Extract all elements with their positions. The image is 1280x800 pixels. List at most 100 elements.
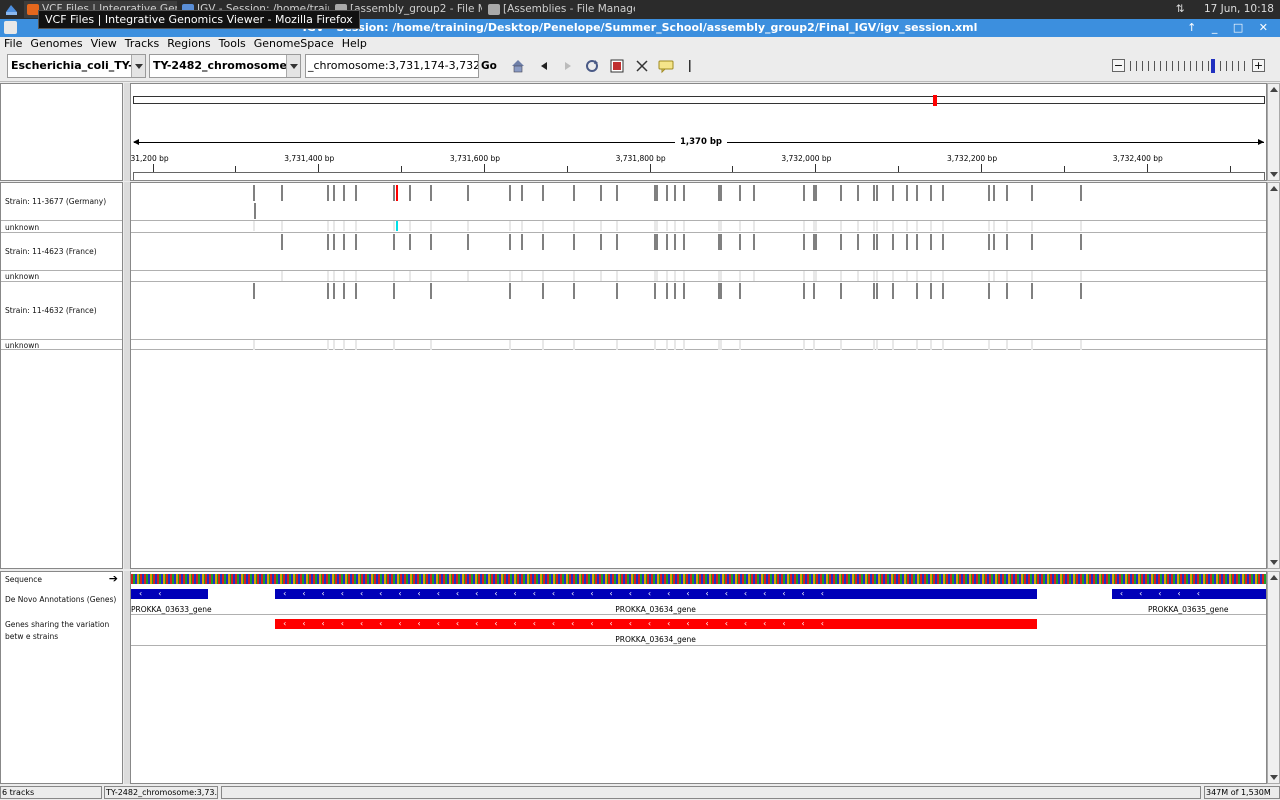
genotype-mark	[354, 340, 357, 350]
taskbar-task-file-manager-2[interactable]: [Assemblies - File Manager]	[485, 1, 635, 18]
ruler-minor-tick	[566, 166, 568, 172]
window-controls[interactable]: ↑ _ □ ✕	[1187, 19, 1274, 37]
variant-mark	[906, 234, 909, 250]
variant-mark	[739, 283, 742, 299]
menu-regions[interactable]: Regions	[163, 37, 214, 50]
variant-mark	[815, 185, 818, 201]
genotype-mark	[942, 340, 945, 350]
gene-feature[interactable]: ‹ ‹ ‹ ‹ ‹ ‹ ‹ ‹ ‹ ‹ ‹ ‹ ‹ ‹ ‹ ‹ ‹ ‹ ‹ ‹ …	[275, 589, 1038, 599]
ruler-scrollbar[interactable]	[1267, 83, 1280, 181]
variant-mark	[343, 283, 346, 299]
genotype-mark	[392, 271, 395, 281]
genotype-mark	[1080, 340, 1083, 350]
variant-mark	[815, 234, 818, 250]
ruler-panel[interactable]: 1,370 bp 3,731,200 bp 3,731,400 bp 3,731,6…	[130, 83, 1267, 181]
variant-mark	[252, 185, 255, 201]
genotype-mark	[1005, 340, 1008, 350]
genotype-mark	[521, 221, 524, 231]
genotype-mark	[916, 340, 919, 350]
gene-feature[interactable]: ‹ ‹	[131, 589, 209, 599]
variant-mark	[666, 234, 669, 250]
variant-mark	[891, 283, 894, 299]
variant-mark	[573, 283, 576, 299]
zoom-slider-knob[interactable]	[1211, 59, 1215, 73]
genotype-mark	[333, 271, 336, 281]
data-scrollbar[interactable]	[1267, 182, 1280, 569]
genotype-mark	[392, 340, 395, 350]
zoom-scale[interactable]	[1130, 61, 1248, 71]
variant-mark	[682, 283, 685, 299]
network-icon[interactable]: ⇅	[1176, 3, 1185, 15]
back-icon[interactable]	[536, 58, 552, 74]
variant-mark	[993, 234, 996, 250]
track-label-strain-3[interactable]: Strain: 11-4632 (France)	[5, 306, 97, 315]
variant-mark	[573, 185, 576, 201]
genotype-mark	[656, 221, 659, 231]
ruler-tick-label: 3,732,000 bp	[781, 154, 832, 163]
gene-feature[interactable]: ‹ ‹ ‹ ‹ ‹ ‹ ‹ ‹ ‹ ‹ ‹ ‹ ‹ ‹ ‹ ‹ ‹ ‹ ‹ ‹ …	[275, 619, 1038, 629]
menu-file[interactable]: File	[0, 37, 26, 50]
menu-tracks[interactable]: Tracks	[121, 37, 164, 50]
strand-arrow-icon[interactable]: ➔	[109, 572, 118, 585]
locus-search-input[interactable]: _chromosome:3,731,174-3,732,544	[305, 54, 479, 78]
home-icon[interactable]	[510, 58, 526, 74]
annotation-track-label[interactable]: De Novo Annotations (Genes)	[5, 595, 116, 604]
sequence-track[interactable]	[131, 574, 1266, 584]
ruler-tick	[152, 164, 154, 172]
chromosome-ideogram[interactable]	[133, 96, 1265, 104]
genotype-mark	[802, 271, 805, 281]
track-label-strain-1[interactable]: Strain: 11-3677 (Germany)	[5, 197, 106, 206]
genotype-mark	[616, 340, 619, 350]
ruler-minor-tick	[401, 166, 403, 172]
chevron-down-icon[interactable]	[286, 55, 300, 77]
genotype-mark	[840, 340, 843, 350]
genotype-mark	[840, 221, 843, 231]
clock[interactable]: 17 Jun, 10:18	[1204, 3, 1274, 15]
feature-scrollbar[interactable]	[1267, 571, 1280, 784]
zoom-widget[interactable]: − +	[1112, 59, 1267, 74]
shared-genes-track-label[interactable]: Genes sharing the variation betw e strai…	[5, 619, 123, 643]
span-label: 1,370 bp	[675, 137, 728, 147]
genotype-mark	[1005, 221, 1008, 231]
track-separator	[131, 339, 1266, 340]
variant-mark	[354, 283, 357, 299]
track-label-strain-2[interactable]: Strain: 11-4623 (France)	[5, 247, 97, 256]
menu-tools[interactable]: Tools	[215, 37, 250, 50]
variant-data-panel[interactable]	[130, 182, 1267, 569]
genome-dropdown[interactable]: Escherichia_coli_TY-...	[7, 54, 146, 78]
zoom-in-button[interactable]: +	[1252, 59, 1265, 72]
refresh-icon[interactable]	[584, 58, 600, 74]
zoom-out-button[interactable]: −	[1112, 59, 1125, 72]
menu-genomes[interactable]: Genomes	[26, 37, 86, 50]
chromosome-dropdown[interactable]: TY-2482_chromosome	[149, 54, 301, 78]
variant-mark	[354, 234, 357, 250]
region-navigator-icon[interactable]	[609, 58, 625, 74]
genotype-mark	[392, 221, 395, 231]
genotype-mark	[333, 221, 336, 231]
variant-mark	[987, 185, 990, 201]
track-separator	[131, 232, 1266, 233]
roi-divider-icon[interactable]	[682, 58, 698, 74]
start-menu-icon[interactable]	[4, 2, 19, 17]
menu-genomespace[interactable]: GenomeSpace	[250, 37, 338, 50]
chevron-down-icon[interactable]	[131, 55, 145, 77]
variant-mark	[541, 185, 544, 201]
genotype-mark	[599, 221, 602, 231]
popup-info-icon[interactable]	[658, 58, 674, 74]
genotype-mark	[252, 340, 255, 350]
feature-panel[interactable]: ‹ ‹ PROKKA_03633_gene ‹ ‹ ‹ ‹ ‹ ‹ ‹ ‹ ‹ ‹…	[130, 571, 1267, 784]
variant-mark	[430, 234, 433, 250]
resize-icon[interactable]	[634, 58, 650, 74]
menu-view[interactable]: View	[87, 37, 121, 50]
sample-label[interactable]: unknown	[5, 272, 39, 281]
taskbar-tooltip: VCF Files | Integrative Genomics Viewer …	[38, 10, 360, 29]
forward-icon[interactable]	[560, 58, 576, 74]
variant-mark	[1030, 283, 1033, 299]
sample-label[interactable]: unknown	[5, 223, 39, 232]
sequence-track-label[interactable]: Sequence	[5, 575, 42, 584]
gene-feature[interactable]: ‹ ‹ ‹ ‹ ‹	[1111, 589, 1266, 599]
go-button[interactable]: Go	[481, 54, 499, 78]
menu-help[interactable]: Help	[338, 37, 371, 50]
track-separator	[1, 339, 122, 340]
genotype-mark	[541, 271, 544, 281]
